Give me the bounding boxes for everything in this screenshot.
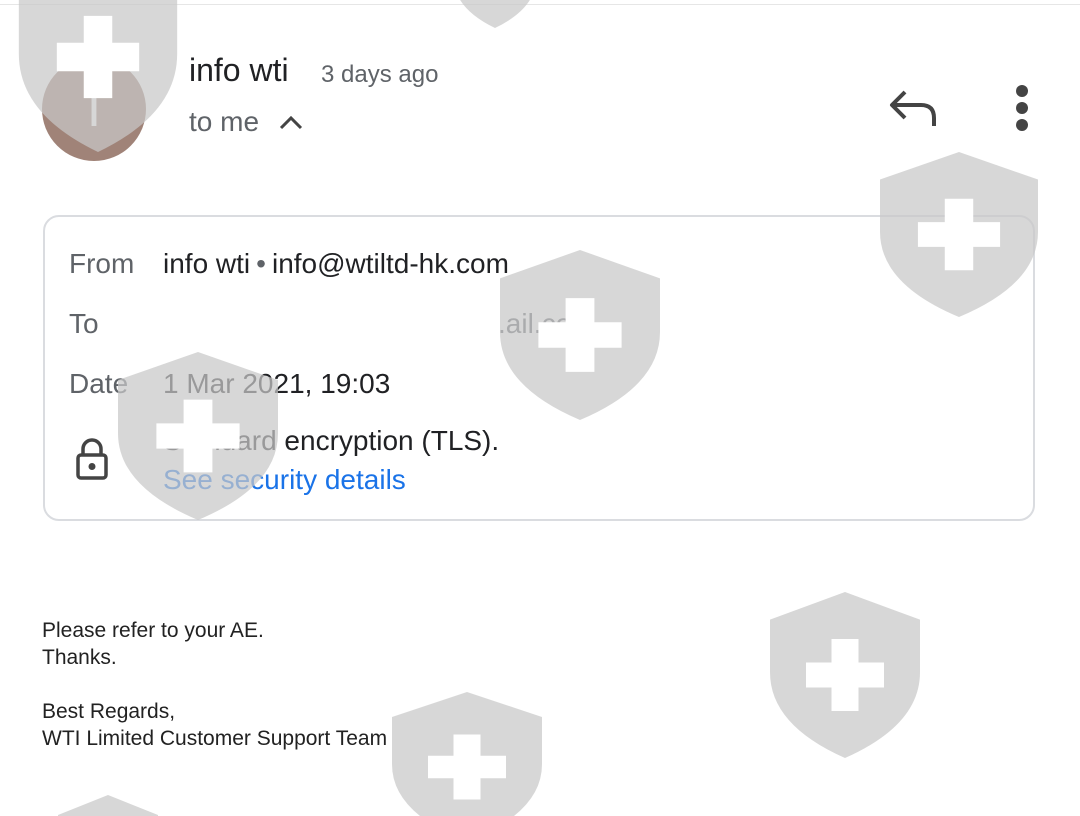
body-line: Best Regards, <box>42 700 176 723</box>
email-view: I info wti 3 days ago to me From info wt… <box>0 0 1080 816</box>
sent-time: 3 days ago <box>321 61 439 88</box>
message-body: Please refer to your AE. Thanks. Best Re… <box>42 617 387 752</box>
lock-icon <box>75 437 109 486</box>
watermark-shield-icon <box>392 692 542 816</box>
avatar-letter: I <box>86 80 102 138</box>
to-value[interactable]: .ail.com <box>498 308 594 340</box>
more-options-button[interactable] <box>1002 82 1042 138</box>
date-value: 1 Mar 2021, 19:03 <box>163 368 391 399</box>
from-email[interactable]: info@wtiltd-hk.com <box>272 248 509 279</box>
watermark-shield-icon <box>770 592 920 758</box>
from-name: info wti <box>163 248 251 279</box>
sender-name[interactable]: info wti <box>189 52 289 89</box>
message-details-card: From info wti • info@wtiltd-hk.com To .ail… <box>43 215 1035 521</box>
body-line: Thanks. <box>42 646 117 669</box>
watermark-shield-icon <box>58 795 158 816</box>
top-divider <box>0 0 1080 5</box>
encryption-text: Standard encryption (TLS). <box>163 425 500 456</box>
body-line: Please refer to your AE. <box>42 619 264 642</box>
from-separator: • <box>256 248 266 279</box>
more-vert-icon <box>1015 84 1029 137</box>
security-details-link[interactable]: See security details <box>163 464 406 496</box>
recipient-toggle[interactable]: to me <box>189 106 303 138</box>
reply-button[interactable] <box>884 84 942 136</box>
to-label: To <box>69 308 99 339</box>
from-label: From <box>69 248 135 279</box>
reply-icon <box>887 86 939 135</box>
recipient-summary: to me <box>189 106 260 137</box>
avatar[interactable]: I <box>42 57 146 161</box>
chevron-up-icon[interactable] <box>279 114 303 130</box>
from-value: info wti • info@wtiltd-hk.com <box>163 248 509 280</box>
date-label: Date <box>69 368 129 399</box>
body-line: WTI Limited Customer Support Team <box>42 727 388 750</box>
